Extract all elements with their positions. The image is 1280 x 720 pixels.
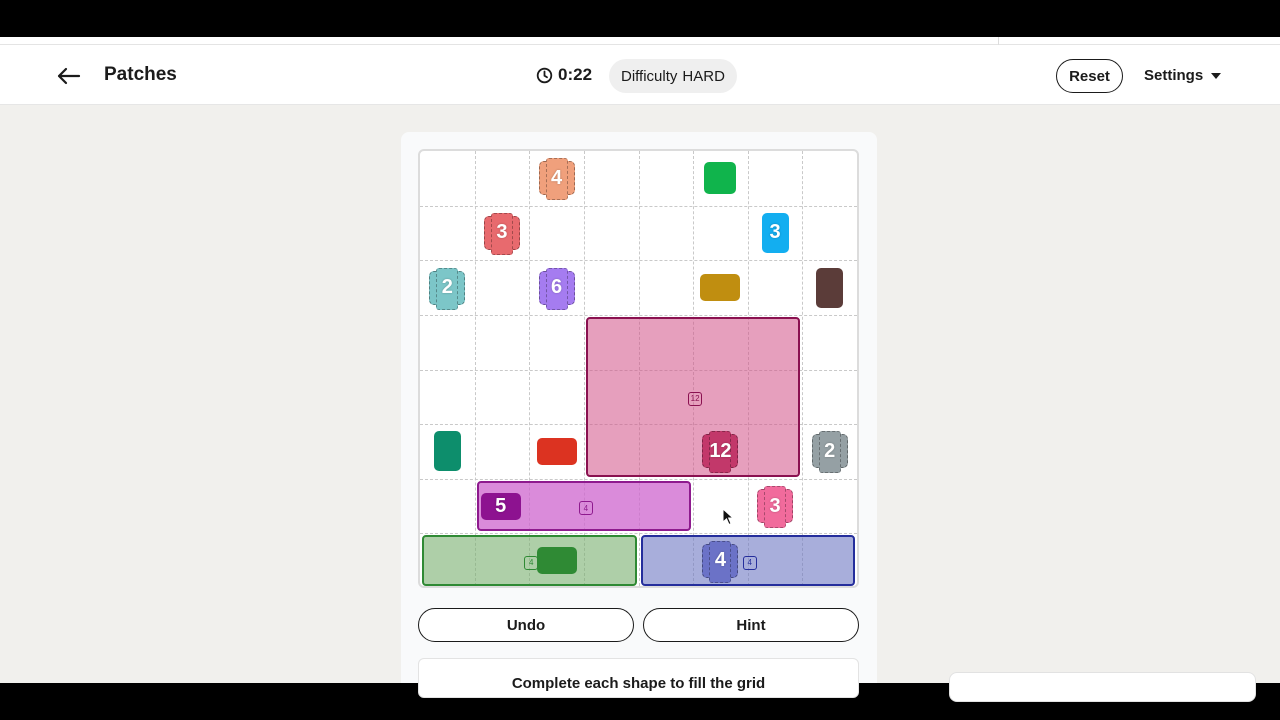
clue-number: 4 (551, 166, 563, 189)
grid-line-horizontal (420, 478, 857, 480)
grid-line-horizontal (420, 533, 857, 535)
grid-line-horizontal (420, 314, 857, 316)
strip-separator (998, 37, 999, 45)
reset-button[interactable]: Reset (1056, 59, 1123, 93)
grid-line-vertical (802, 151, 804, 586)
settings-label: Settings (1144, 67, 1204, 84)
patch-size-label: 12 (688, 391, 703, 406)
mouse-cursor-icon (722, 508, 734, 526)
difficulty-value: HARD (682, 67, 725, 85)
placed-patch[interactable]: 4 (640, 535, 855, 586)
undo-button[interactable]: Undo (418, 608, 634, 642)
clock-icon (536, 67, 553, 83)
shape-clue[interactable]: 2 (429, 267, 466, 310)
clue-number: 2 (824, 439, 836, 462)
shape-clue[interactable]: 3 (757, 486, 794, 529)
shape-clue[interactable]: 3 (761, 212, 789, 253)
clue-number: 5 (495, 494, 507, 517)
shape-clue[interactable]: 2 (811, 431, 848, 474)
shape-clue[interactable]: 6 (538, 267, 575, 310)
caret-down-icon (1211, 72, 1222, 79)
clue-number: 6 (551, 276, 563, 299)
page-title: Patches (104, 64, 177, 85)
shape-clue[interactable]: 4 (702, 540, 739, 583)
browser-top-strip (0, 37, 1280, 45)
clue-number: 3 (769, 494, 781, 517)
clue-number: 2 (441, 276, 453, 299)
difficulty-badge: Difficulty HARD (609, 59, 737, 93)
clue-number: 3 (496, 221, 508, 244)
shape-clue[interactable]: 3 (483, 212, 520, 255)
hint-button[interactable]: Hint (643, 608, 859, 642)
corner-widget (949, 672, 1256, 702)
clue-number: 3 (769, 221, 781, 244)
timer-value: 0:22 (558, 65, 593, 84)
game-header: Patches 0:22 Difficulty HARD Reset Setti… (0, 45, 1280, 105)
shape-clue[interactable]: 5 (480, 492, 521, 520)
shape-clue[interactable] (536, 437, 577, 465)
shape-clue[interactable] (816, 267, 844, 308)
settings-dropdown[interactable]: Settings (1144, 67, 1222, 84)
grid-line-horizontal (420, 205, 857, 207)
shape-clue[interactable] (536, 547, 577, 575)
patch-size-label: 4 (742, 555, 757, 570)
shape-clue[interactable] (704, 162, 737, 195)
instructions-text: Complete each shape to fill the grid (511, 675, 766, 692)
arrow-left-icon (57, 67, 81, 85)
placed-patch[interactable]: 4 (422, 535, 637, 586)
difficulty-label: Difficulty (621, 67, 678, 85)
shape-clue[interactable]: 4 (538, 158, 575, 201)
timer: 0:22 (536, 65, 592, 85)
shape-clue[interactable] (433, 431, 461, 472)
placed-patch[interactable]: 12 (585, 316, 801, 477)
grid-line-horizontal (420, 260, 857, 262)
clue-number: 12 (709, 439, 732, 462)
clue-number: 4 (714, 549, 726, 572)
back-button[interactable] (54, 61, 84, 91)
shape-clue[interactable]: 12 (702, 431, 739, 474)
puzzle-grid[interactable]: 12 4 4 4 4 3 3 2 6 12 2 5 3 4 (418, 149, 859, 588)
patch-size-label: 4 (578, 501, 593, 516)
grid-line-vertical (474, 151, 476, 586)
shape-clue[interactable] (700, 274, 741, 302)
instructions-panel: Complete each shape to fill the grid (418, 658, 859, 698)
